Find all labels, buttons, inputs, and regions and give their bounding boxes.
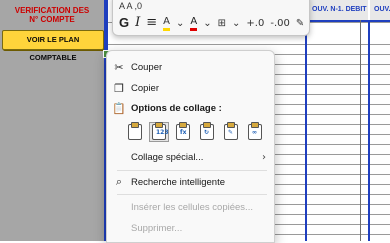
chevron-right-icon: ›	[262, 151, 266, 163]
paste-values-icon[interactable]: 123	[149, 122, 169, 142]
context-menu: ✂ Couper ❐ Copier 📋 Options de collage :…	[106, 50, 275, 243]
menu-item-paste-special-label: Collage spécial...	[131, 151, 204, 163]
row-line	[108, 44, 390, 45]
header-line-2: N° COMPTE	[29, 15, 75, 24]
paste-icon[interactable]	[125, 122, 145, 142]
menu-item-insert-copied[interactable]: Insérer les cellules copiées...	[107, 197, 274, 217]
font-color-button[interactable]: A	[190, 16, 198, 31]
menu-separator	[117, 170, 267, 171]
column-divider	[360, 20, 361, 241]
paste-options-row: 123 fx ↻ ✎ ∞	[125, 122, 265, 142]
bold-button[interactable]: G	[119, 15, 129, 31]
chevron-down-icon[interactable]: ⌄	[176, 18, 184, 29]
increase-decimal-button[interactable]: +.0	[246, 18, 264, 29]
format-painter-icon[interactable]: ✎	[296, 18, 304, 29]
chevron-down-icon[interactable]: ⌄	[232, 18, 240, 29]
paste-transpose-icon[interactable]: ↻	[197, 122, 217, 142]
decrease-decimal-button[interactable]: -.00	[270, 18, 290, 29]
paste-options-label: Options de collage :	[131, 102, 222, 114]
menu-item-copy[interactable]: ❐ Copier	[107, 78, 274, 98]
search-icon: ⌕	[115, 175, 123, 188]
menu-item-cut-label: Couper	[131, 61, 163, 73]
header-line-1: VERIFICATION DES	[14, 6, 90, 15]
menu-item-insert-copied-label: Insérer les cellules copiées...	[131, 201, 253, 213]
align-button[interactable]: ≡	[146, 15, 157, 31]
mini-toolbar: A A ,0 G I ≡ A ⌄ A ⌄ ⊞ ⌄ +.0 -.00 ✎	[112, 0, 310, 36]
italic-button[interactable]: I	[135, 15, 140, 31]
scissors-icon: ✂	[114, 60, 124, 74]
menu-item-smart-lookup-label: Recherche intelligente	[131, 176, 226, 188]
menu-item-delete[interactable]: Supprimer...	[107, 218, 274, 238]
borders-button[interactable]: ⊞	[218, 18, 226, 29]
column-header-debit-label: OUV. N-1. DEBIT	[312, 6, 367, 13]
column-header-ouv-label: OUV.	[374, 6, 390, 13]
mini-toolbar-font-row: A A ,0	[119, 1, 143, 11]
copy-icon: ❐	[114, 81, 124, 95]
menu-item-smart-lookup[interactable]: ⌕ Recherche intelligente	[107, 172, 274, 192]
column-border	[368, 20, 370, 241]
column-header-debit[interactable]: OUV. N-1. DEBIT	[308, 0, 368, 22]
verification-header: VERIFICATION DES N° COMPTE	[0, 0, 104, 28]
paste-options-heading: 📋 Options de collage :	[107, 98, 274, 118]
column-border	[305, 20, 307, 241]
menu-item-paste-special[interactable]: Collage spécial... ›	[107, 147, 274, 167]
column-header-ouv[interactable]: OUV.	[370, 0, 390, 22]
paste-link-icon[interactable]: ∞	[245, 122, 265, 142]
clipboard-icon: 📋	[112, 101, 126, 115]
menu-separator	[117, 194, 267, 195]
menu-item-delete-label: Supprimer...	[131, 222, 183, 234]
paste-formulas-icon[interactable]: fx	[173, 122, 193, 142]
paste-formatting-icon[interactable]: ✎	[221, 122, 241, 142]
plan-comptable-button[interactable]: VOIR LE PLAN COMPTABLE	[2, 30, 104, 62]
fill-color-button[interactable]: A	[163, 16, 171, 31]
menu-item-cut[interactable]: ✂ Couper	[107, 57, 274, 77]
chevron-down-icon[interactable]: ⌄	[203, 18, 211, 29]
menu-item-copy-label: Copier	[131, 82, 159, 94]
mini-toolbar-format-row: G I ≡ A ⌄ A ⌄ ⊞ ⌄ +.0 -.00 ✎	[119, 15, 304, 31]
